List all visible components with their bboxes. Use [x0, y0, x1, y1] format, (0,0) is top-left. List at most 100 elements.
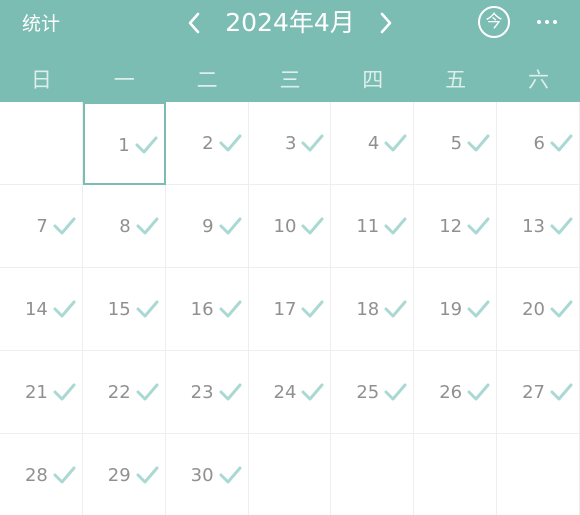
- day-cell-1[interactable]: 1: [82, 102, 166, 185]
- day-cell-3[interactable]: 3: [248, 102, 332, 185]
- day-number: 10: [273, 216, 297, 237]
- day-cell-17[interactable]: 17: [248, 268, 332, 351]
- day-number: 15: [107, 299, 131, 320]
- day-number: 6: [533, 133, 545, 154]
- check-icon: [219, 466, 242, 484]
- day-cell-26[interactable]: 26: [414, 351, 498, 434]
- check-icon: [53, 300, 76, 318]
- day-cell-29[interactable]: 29: [83, 434, 166, 515]
- check-icon: [219, 134, 242, 152]
- check-icon: [467, 134, 490, 152]
- day-number: 4: [367, 133, 380, 154]
- day-number: 18: [356, 299, 380, 320]
- check-icon: [550, 383, 573, 401]
- day-number: 11: [356, 216, 380, 237]
- day-cell-21[interactable]: 21: [0, 351, 83, 434]
- check-icon: [136, 217, 159, 235]
- weekday-row: 日 一 二 三 四 五 六: [0, 62, 580, 98]
- calendar-header: 统计 2024年4月 今 日 一 二 三 四 五 六: [0, 0, 580, 102]
- day-cell-27[interactable]: 27: [497, 351, 580, 434]
- check-icon: [53, 217, 76, 235]
- day-number: 24: [273, 382, 297, 403]
- check-icon: [467, 300, 490, 318]
- day-cell-25[interactable]: 25: [331, 351, 415, 434]
- day-number: 21: [24, 382, 48, 403]
- day-cell-28[interactable]: 28: [0, 434, 83, 515]
- empty-cell: [0, 102, 83, 185]
- day-cell-13[interactable]: 13: [497, 185, 580, 268]
- weekday-tue: 二: [196, 68, 218, 92]
- check-icon: [136, 466, 159, 484]
- check-icon: [53, 466, 76, 484]
- day-number: 19: [439, 299, 463, 320]
- day-cell-24[interactable]: 24: [248, 351, 332, 434]
- day-number: 17: [273, 299, 297, 320]
- calendar-app: 统计 2024年4月 今 日 一 二 三 四 五 六 1 2 3 4 5 6 7…: [0, 0, 580, 515]
- day-number: 8: [119, 216, 131, 237]
- day-cell-23[interactable]: 23: [165, 351, 249, 434]
- check-icon: [550, 134, 573, 152]
- day-cell-30[interactable]: 30: [166, 434, 249, 515]
- check-icon: [53, 383, 76, 401]
- day-cell-6[interactable]: 6: [497, 102, 580, 185]
- day-number: 13: [522, 216, 545, 237]
- check-icon: [301, 217, 324, 235]
- check-icon: [136, 383, 159, 401]
- day-number: 14: [24, 299, 48, 320]
- day-number: 20: [522, 299, 545, 320]
- day-cell-12[interactable]: 12: [414, 185, 498, 268]
- check-icon: [384, 217, 407, 235]
- more-horizontal-icon: [537, 20, 557, 24]
- weekday-mon: 一: [113, 68, 135, 92]
- day-number: 28: [24, 465, 48, 486]
- check-icon: [136, 300, 159, 318]
- check-icon: [219, 300, 242, 318]
- empty-cell: [331, 434, 415, 515]
- check-icon: [550, 217, 573, 235]
- prev-month-button[interactable]: [180, 6, 208, 40]
- day-cell-16[interactable]: 16: [165, 268, 249, 351]
- day-cell-7[interactable]: 7: [0, 185, 83, 268]
- weekday-sat: 六: [527, 68, 549, 92]
- day-cell-5[interactable]: 5: [414, 102, 498, 185]
- day-number: 1: [118, 135, 130, 156]
- check-icon: [550, 300, 573, 318]
- check-icon: [219, 383, 242, 401]
- calendar-grid: 1 2 3 4 5 6 7 8 9 10 11 12 13 14 15 16 17 18 19 20 21 22 23 24 2…: [0, 102, 580, 515]
- weekday-wed: 三: [279, 68, 301, 92]
- day-number: 30: [190, 465, 214, 486]
- day-number: 22: [107, 382, 131, 403]
- next-month-button[interactable]: [372, 6, 400, 40]
- check-icon: [219, 217, 242, 235]
- more-button[interactable]: [534, 6, 560, 38]
- today-button[interactable]: 今: [478, 6, 510, 38]
- day-cell-8[interactable]: 8: [82, 185, 166, 268]
- day-cell-18[interactable]: 18: [331, 268, 415, 351]
- day-number: 5: [450, 133, 463, 154]
- day-number: 27: [522, 382, 545, 403]
- day-cell-11[interactable]: 11: [331, 185, 415, 268]
- empty-cell: [249, 434, 332, 515]
- day-number: 7: [36, 216, 48, 237]
- check-icon: [384, 134, 407, 152]
- weekday-sun: 日: [30, 68, 52, 92]
- day-cell-20[interactable]: 20: [497, 268, 580, 351]
- day-cell-10[interactable]: 10: [248, 185, 332, 268]
- day-cell-15[interactable]: 15: [82, 268, 166, 351]
- weekday-fri: 五: [445, 68, 467, 92]
- day-cell-19[interactable]: 19: [414, 268, 498, 351]
- day-cell-14[interactable]: 14: [0, 268, 83, 351]
- check-icon: [301, 300, 324, 318]
- check-icon: [384, 383, 407, 401]
- day-number: 16: [190, 299, 214, 320]
- day-number: 2: [202, 133, 214, 154]
- day-cell-9[interactable]: 9: [165, 185, 249, 268]
- day-cell-2[interactable]: 2: [165, 102, 249, 185]
- check-icon: [301, 134, 324, 152]
- day-cell-4[interactable]: 4: [331, 102, 415, 185]
- check-icon: [384, 300, 407, 318]
- day-cell-22[interactable]: 22: [82, 351, 166, 434]
- day-number: 12: [439, 216, 463, 237]
- check-icon: [467, 383, 490, 401]
- stats-button[interactable]: 统计: [22, 10, 60, 38]
